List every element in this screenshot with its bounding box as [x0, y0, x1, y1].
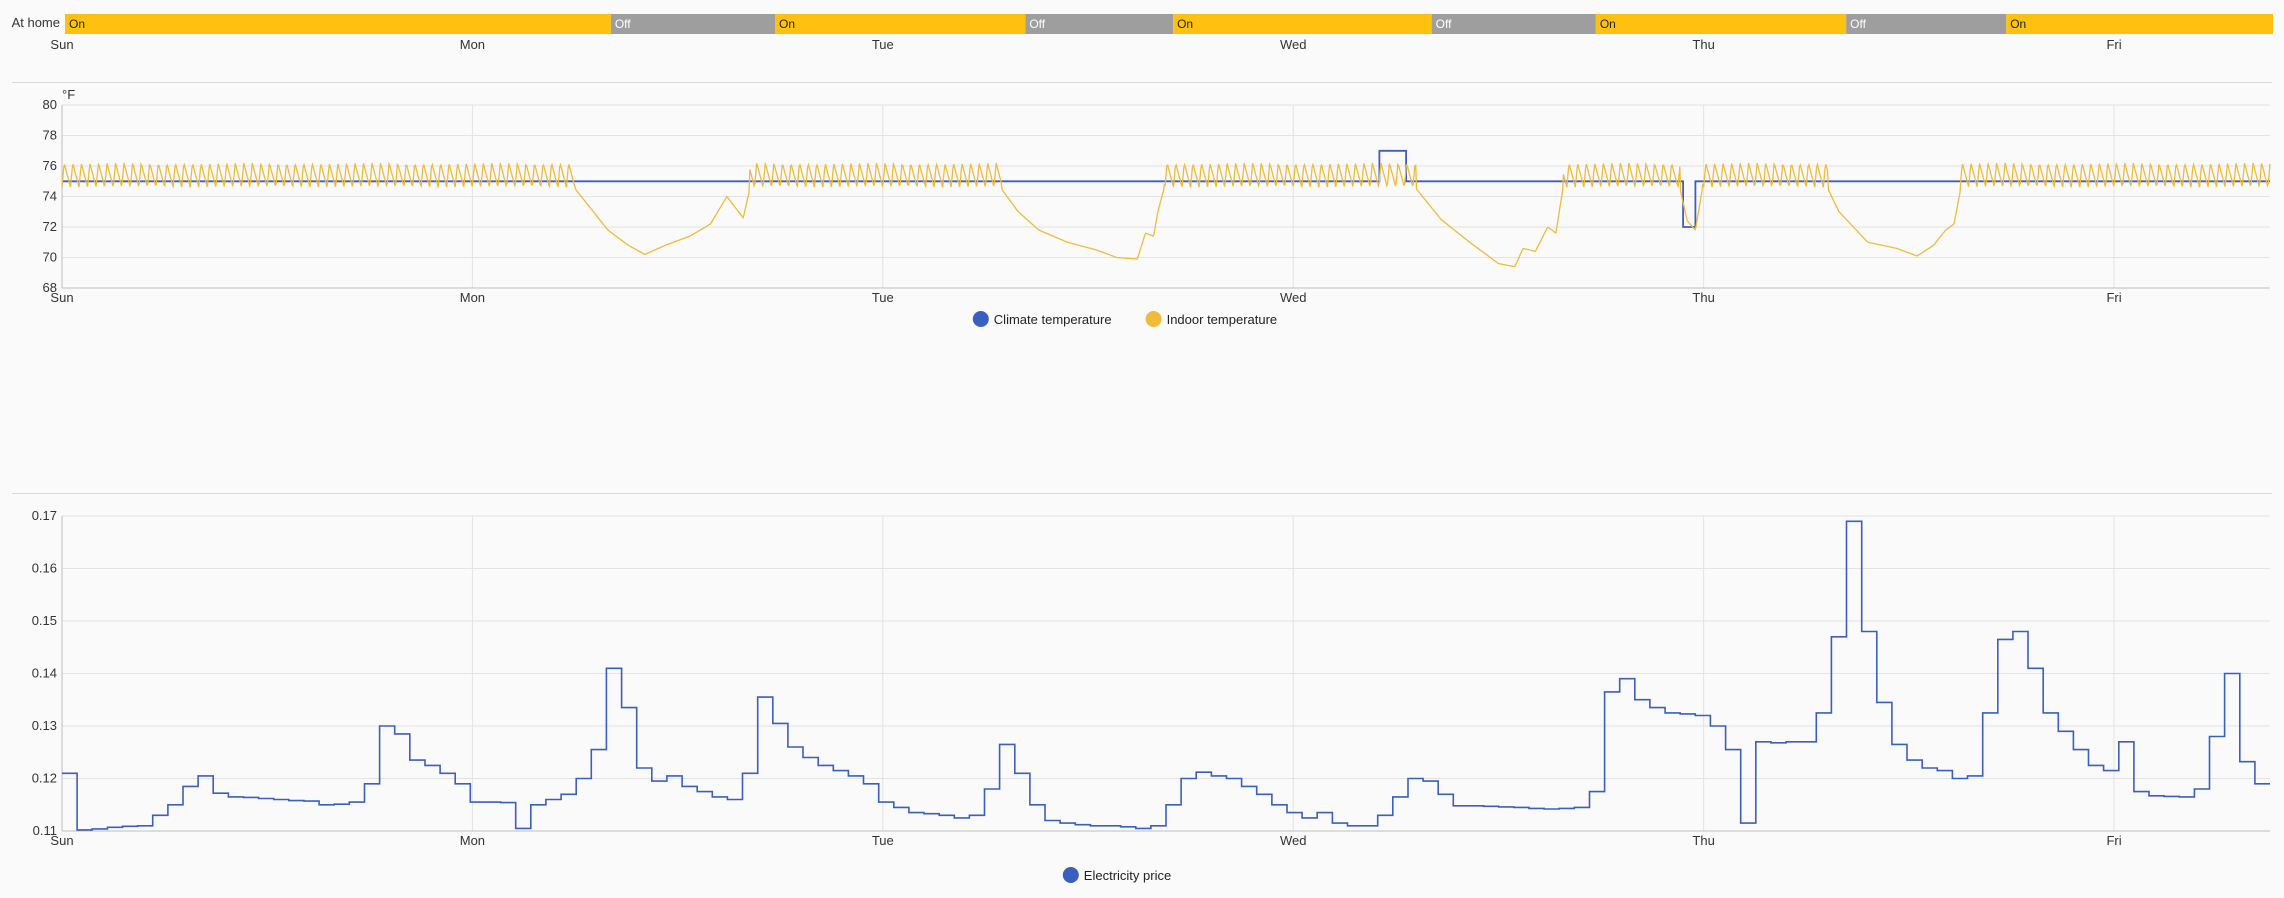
x-tick-label: Mon	[460, 833, 485, 848]
timeline-segment-label: Off	[1850, 17, 1866, 31]
timeline-day-label: Thu	[1692, 37, 1714, 52]
timeline-segment-label: On	[2010, 17, 2026, 31]
timeline-segment-off	[1025, 14, 1174, 34]
temperature-unit-label: °F	[62, 87, 75, 102]
timeline-segment-label: Off	[1029, 17, 1045, 31]
timeline-segment-label: On	[1177, 17, 1193, 31]
x-tick-label: Thu	[1692, 833, 1714, 848]
temperature-chart: 68707274767880 Sun Mon Tue Wed Thu Fri °F Cli…	[43, 87, 2271, 327]
timeline-segment-off	[1431, 14, 1596, 34]
timeline-day-label: Mon	[460, 37, 485, 52]
series-indoor-temperature	[61, 161, 2271, 268]
x-tick-label: Mon	[460, 290, 485, 305]
x-tick-label: Wed	[1280, 290, 1307, 305]
timeline-segment-on	[1595, 14, 1847, 34]
price-grid	[61, 515, 2270, 832]
y-tick-label: 0.14	[32, 666, 57, 681]
y-tick-label: 72	[43, 219, 57, 234]
timeline-segment-off	[610, 14, 776, 34]
y-tick-label: 0.13	[32, 718, 57, 733]
timeline-segment-off	[1846, 14, 2007, 34]
temperature-y-tick-labels: 68707274767880	[43, 97, 57, 295]
x-tick-label: Sun	[50, 833, 73, 848]
price-series	[62, 520, 2270, 831]
x-tick-label: Sun	[50, 290, 73, 305]
timeline-day-labels: Sun Mon Tue Wed Thu Fri	[50, 37, 2121, 52]
price-x-tick-labels: Sun Mon Tue Wed Thu Fri	[50, 833, 2121, 848]
timeline-label: At home	[12, 15, 60, 30]
series-climate-temperature	[62, 149, 2270, 228]
timeline-segment-label: On	[1600, 17, 1616, 31]
timeline-segment-on	[65, 14, 611, 34]
timeline-segment-label: Off	[615, 17, 631, 31]
y-tick-label: 0.17	[32, 508, 57, 523]
temperature-x-tick-labels: Sun Mon Tue Wed Thu Fri	[50, 290, 2121, 305]
timeline-segment-label: On	[69, 17, 85, 31]
x-tick-label: Thu	[1692, 290, 1714, 305]
y-tick-label: 80	[43, 97, 57, 112]
timeline-segment-on	[2006, 14, 2273, 34]
x-tick-label: Fri	[2106, 290, 2121, 305]
legend-marker	[1145, 311, 1162, 327]
timeline-day-label: Wed	[1280, 37, 1307, 52]
series-electricity-price	[62, 520, 2270, 831]
y-tick-label: 78	[43, 128, 57, 143]
temperature-grid	[61, 104, 2270, 289]
timeline-segment-on	[1173, 14, 1432, 34]
y-tick-label: 74	[43, 189, 57, 204]
timeline-day-label: Sun	[50, 37, 73, 52]
legend-marker	[972, 311, 989, 327]
timeline-segment-label: On	[779, 17, 795, 31]
y-tick-label: 76	[43, 158, 57, 173]
price-y-tick-labels: 0.110.120.130.140.150.160.17	[32, 508, 57, 838]
y-tick-label: 0.12	[32, 771, 57, 786]
x-tick-label: Wed	[1280, 833, 1307, 848]
timeline-segments: On Off On Off On Off On Off On	[65, 14, 2273, 34]
price-legend: Electricity price	[1062, 867, 1171, 883]
y-tick-label: 0.16	[32, 561, 57, 576]
x-tick-label: Tue	[872, 290, 894, 305]
x-tick-label: Tue	[872, 833, 894, 848]
y-tick-label: 70	[43, 250, 57, 265]
y-tick-label: 0.15	[32, 613, 57, 628]
legend-label: Electricity price	[1084, 868, 1171, 883]
timeline-day-label: Fri	[2106, 37, 2121, 52]
temperature-series	[61, 149, 2271, 268]
electricity-price-chart: 0.110.120.130.140.150.160.17 Sun Mon Tue We…	[32, 508, 2270, 883]
legend-label: Indoor temperature	[1167, 312, 1278, 327]
x-tick-label: Fri	[2106, 833, 2121, 848]
legend-marker	[1062, 867, 1079, 883]
temperature-legend: Climate temperature Indoor temperature	[972, 311, 1278, 327]
timeline-segment-on	[775, 14, 1026, 34]
legend-label: Climate temperature	[994, 312, 1112, 327]
timeline-segment-label: Off	[1436, 17, 1452, 31]
at-home-timeline: At home On Off On Off On Off On Off On Sun Mon Tue…	[12, 14, 2273, 52]
timeline-day-label: Tue	[872, 37, 894, 52]
